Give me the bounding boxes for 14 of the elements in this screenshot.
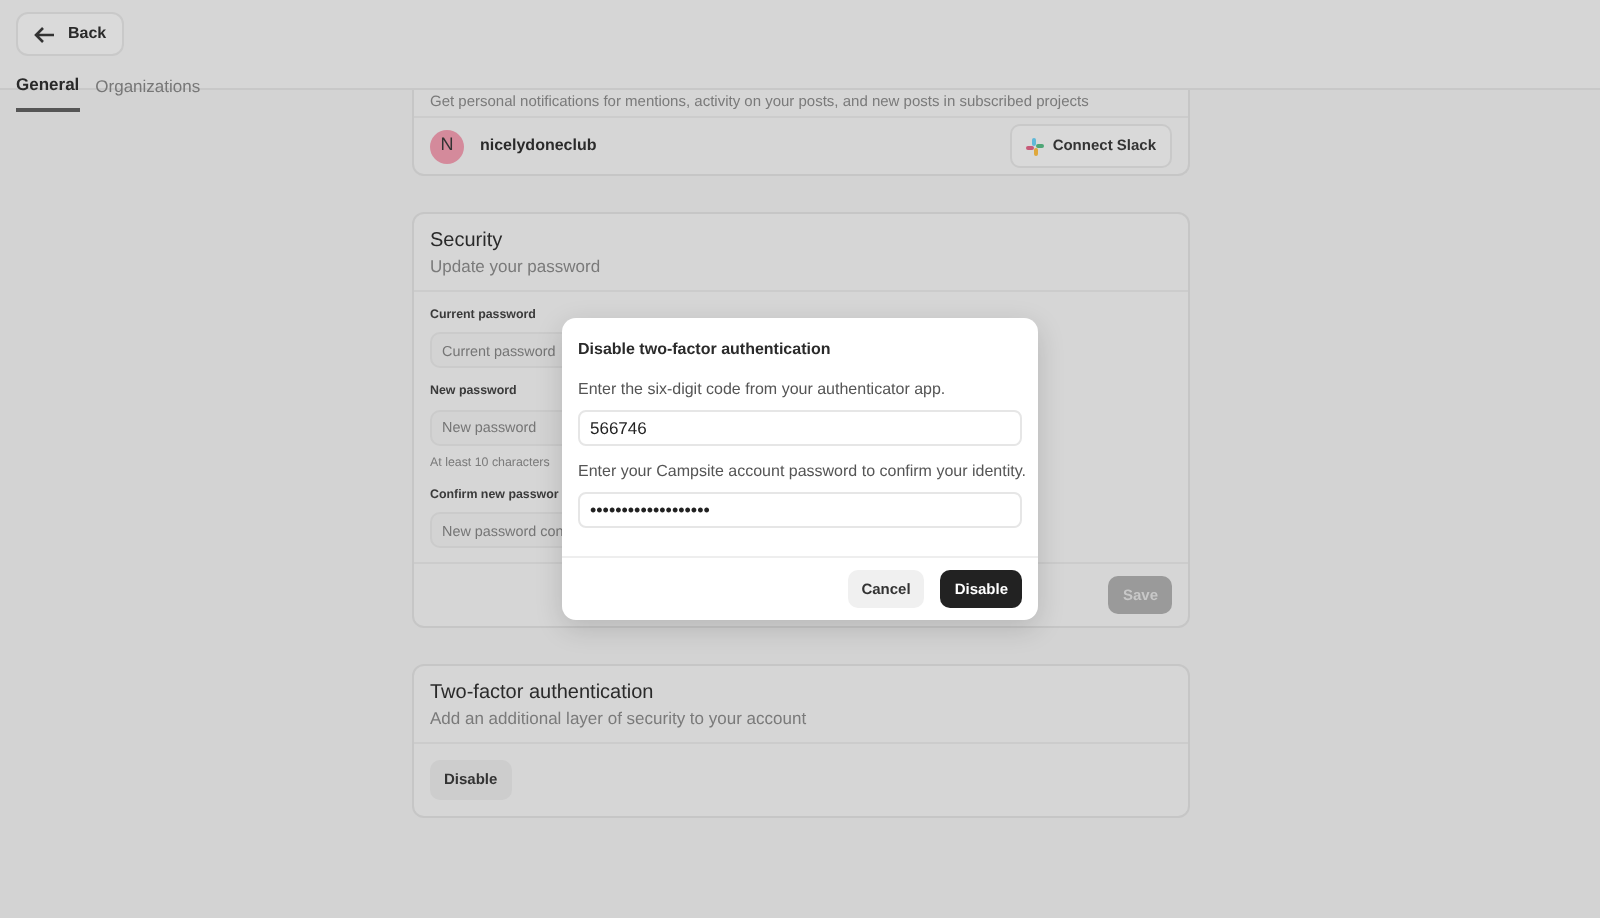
tab[interactable]: General bbox=[16, 72, 80, 112]
back-arrow-icon bbox=[34, 25, 56, 43]
card-title: Two-factor authentication bbox=[430, 680, 656, 707]
card-subtitle: Add an additional layer of security to your account bbox=[430, 706, 809, 731]
avatar: N bbox=[430, 129, 464, 163]
password-prompt: Enter your Campsite account password to confirm your identity. bbox=[578, 460, 1022, 484]
slack-icon bbox=[1026, 137, 1045, 155]
code-prompt: Enter the six-digit code from your authenticator app. bbox=[578, 378, 948, 402]
code-field[interactable]: 566746 bbox=[578, 410, 1022, 446]
username: nicelydoneclub bbox=[480, 134, 597, 158]
card-title: Security bbox=[430, 228, 505, 254]
back-button[interactable]: Back bbox=[16, 12, 125, 56]
password-field[interactable]: ••••••••••••••••••• bbox=[578, 492, 1022, 528]
card-subtitle: Update your password bbox=[430, 254, 603, 278]
